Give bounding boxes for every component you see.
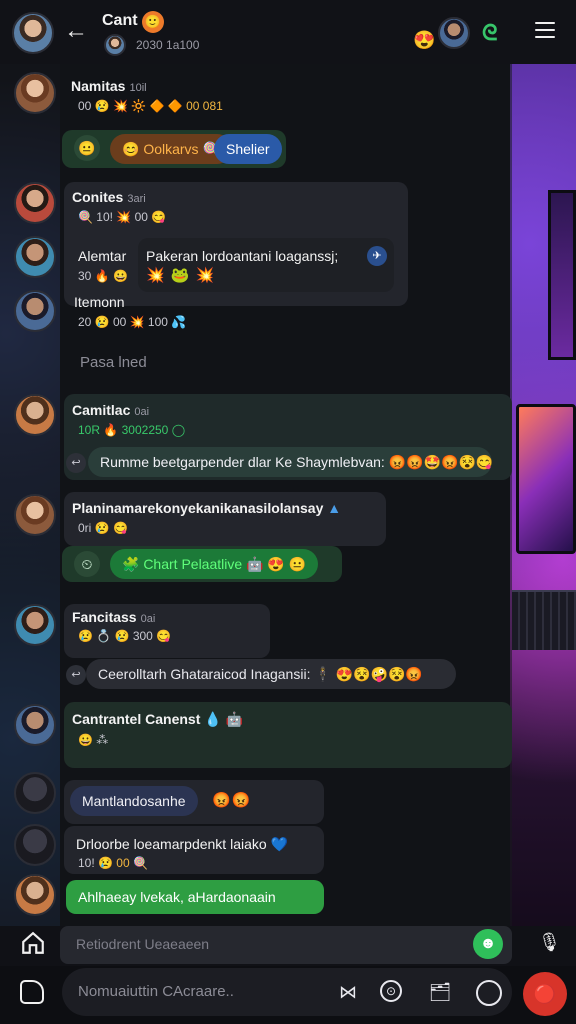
- clock-icon[interactable]: ⊙: [380, 980, 402, 1002]
- bowtie-icon[interactable]: ⋈: [336, 980, 360, 1004]
- message-avatar[interactable]: [14, 394, 56, 436]
- message-text: Ceerolltarh Ghataraicod Inagansii: 🕴: [98, 666, 332, 682]
- timer-icon[interactable]: ⏲: [74, 551, 100, 577]
- message-text: Pakeran lordoantani loaganssj;: [146, 248, 339, 264]
- header-sub-avatar: [104, 34, 126, 56]
- message-avatar[interactable]: [14, 604, 56, 646]
- message-meta: 10R 🔥 3002250 ◯: [78, 423, 186, 437]
- camera-ring-icon[interactable]: [476, 980, 502, 1006]
- message-avatar[interactable]: [14, 772, 56, 814]
- compose-icon[interactable]: [20, 980, 44, 1004]
- reaction-pill[interactable]: 🧩 Chart Pelaatlive 🤖 😍 😐: [110, 549, 319, 579]
- sub-meta: 10! 😢 00 🍭: [78, 856, 148, 870]
- reaction-row[interactable]: 😡😡🤩😡😵😋: [389, 454, 494, 470]
- participant-avatar[interactable]: [438, 17, 470, 49]
- send-button[interactable]: 🔴: [523, 972, 567, 1016]
- message-bubble: Mantlandosanhe: [70, 786, 198, 816]
- message-avatar[interactable]: [14, 236, 56, 278]
- reaction-row[interactable]: 😍😵🤪😵😡: [336, 666, 423, 682]
- call-icon[interactable]: ᘓ: [482, 20, 498, 46]
- mic-icon[interactable]: 🎙: [538, 932, 561, 953]
- chat-title: Cant: [102, 12, 138, 29]
- background-monitor-upper: [548, 190, 576, 360]
- sub-sender: Alemtar: [78, 248, 127, 264]
- home-icon[interactable]: [20, 930, 46, 956]
- message-sender: Camitlac 0ai: [72, 402, 150, 418]
- message-meta: 😀 ⁂: [78, 733, 109, 747]
- background-monitor: [516, 404, 576, 554]
- message-avatar[interactable]: [14, 72, 56, 114]
- gallery-icon[interactable]: 🗂: [428, 980, 452, 1004]
- date-divider: Pasa lned: [80, 354, 147, 371]
- message-bubble: Ceerolltarh Ghataraicod Inagansii: 🕴 😍😵🤪…: [86, 659, 456, 689]
- message-sender: Conites 3ari: [72, 189, 146, 205]
- message-avatar[interactable]: [14, 874, 56, 916]
- sub-sender: Drloorbe loeamarpdenkt laiako 💙: [76, 836, 288, 852]
- message-bubble: Ahlhaeay lvekak, aHardaonaain: [66, 880, 324, 914]
- reaction-row[interactable]: 😡😡: [212, 791, 251, 809]
- message-meta: 🍭 10! 💥 00 😋: [78, 210, 167, 224]
- message-meta: 😢 💍 😢 300 😋: [78, 629, 172, 643]
- reaction-pill[interactable]: Shelier: [214, 134, 282, 164]
- send-icon[interactable]: ✈: [367, 246, 387, 266]
- message-sender: Fancitass 0ai: [72, 609, 156, 625]
- message-avatar[interactable]: [14, 182, 56, 224]
- message-meta: 0ri 😢 😋: [78, 521, 128, 535]
- message-avatar[interactable]: [14, 704, 56, 746]
- reply-small-icon[interactable]: ↩: [66, 453, 86, 473]
- message-avatar[interactable]: [14, 494, 56, 536]
- menu-icon[interactable]: [535, 22, 555, 38]
- title-badge-icon: 🙂: [142, 11, 164, 33]
- message-avatar[interactable]: [14, 824, 56, 866]
- sub-sender: Itemonn: [74, 294, 125, 310]
- reply-input[interactable]: Retiodrent Ueaeaeen: [60, 926, 512, 964]
- sticker-icon[interactable]: ☻: [473, 929, 503, 959]
- sub-meta: 20 😢 00 💥 100 💦: [78, 315, 187, 329]
- profile-avatar[interactable]: [12, 12, 54, 54]
- message-sender: Namitas 10il: [71, 78, 147, 94]
- back-arrow-icon[interactable]: ←: [64, 19, 88, 43]
- reply-icon[interactable]: 😐: [74, 135, 100, 161]
- reaction-row[interactable]: 💥 🐸 💥: [146, 266, 215, 284]
- message-bubble: Rumme beetgarpender dlar Ke Shaymlebvan:…: [88, 447, 494, 477]
- message-sender: Planinamarekonyekanikanasilolansay ▲: [72, 500, 342, 516]
- chat-subtitle: 2030 1a100: [136, 38, 200, 52]
- background-keyboard: [512, 590, 576, 650]
- sub-meta: 30 🔥 😀: [78, 269, 128, 283]
- message-text: Rumme beetgarpender dlar Ke Shaymlebvan:: [100, 454, 385, 470]
- message-meta: 00 😢 💥 🔆 🔶 🔶 00 081: [78, 99, 223, 113]
- reply-small-icon[interactable]: ↩: [66, 665, 86, 685]
- header-reaction-icon[interactable]: 😍: [413, 30, 435, 51]
- message-avatar[interactable]: [14, 290, 56, 332]
- chat-header: ← Cant 🙂 2030 1a100 😍 ᘓ: [0, 0, 576, 64]
- message-sender: Cantrantel Canenst 💧 🤖: [72, 711, 244, 727]
